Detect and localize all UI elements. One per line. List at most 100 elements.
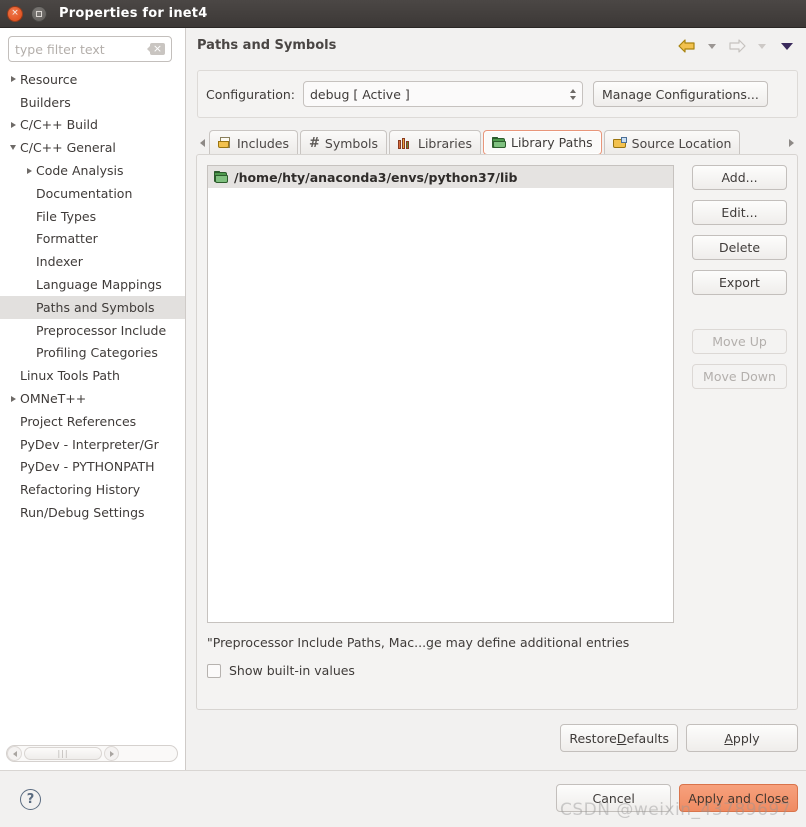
chevron-right-icon[interactable]	[22, 168, 36, 174]
sidebar-item-label: Linux Tools Path	[20, 368, 120, 384]
sidebar-item-omnet[interactable]: OMNeT++	[0, 387, 185, 410]
apply-and-close-button[interactable]: Apply and Close	[679, 784, 798, 812]
filter-input-wrap[interactable]: type filter text	[8, 36, 172, 62]
tab-label: Symbols	[324, 135, 378, 151]
source-folder-icon	[612, 137, 627, 149]
footer-buttons: Cancel Apply and Close	[556, 784, 798, 812]
page-title: Paths and Symbols	[197, 38, 337, 53]
sidebar-item-label: Refactoring History	[20, 482, 141, 498]
maximize-icon[interactable]	[31, 5, 47, 22]
tab-label: Library Paths	[511, 135, 593, 150]
show-builtin-values-row[interactable]: Show built-in values	[207, 663, 355, 678]
sidebar-item-formatter[interactable]: Formatter	[0, 228, 185, 251]
sidebar-item-label: PyDev - PYTHONPATH	[20, 459, 155, 475]
filter-input[interactable]: type filter text	[9, 42, 150, 57]
show-builtin-values-checkbox[interactable]	[207, 663, 221, 678]
properties-dialog: × Properties for inet4 type filter text …	[0, 0, 806, 827]
window-titlebar: × Properties for inet4	[0, 0, 806, 28]
sidebar-item-indexer[interactable]: Indexer	[0, 250, 185, 273]
sidebar-item-builders[interactable]: Builders	[0, 91, 185, 114]
sidebar-item-pydev-pythonpath[interactable]: PyDev - PYTHONPATH	[0, 456, 185, 479]
chevron-right-icon[interactable]	[6, 76, 20, 82]
back-arrow-icon[interactable]	[676, 36, 698, 56]
tab-library-paths[interactable]: Library Paths	[483, 130, 602, 155]
dialog-footer: ? Cancel Apply and Close	[0, 770, 806, 827]
sidebar-item-resource[interactable]: Resource	[0, 68, 185, 91]
tab-strip: Includes # Symbols Libraries Library Paths So…	[196, 128, 798, 155]
sidebar-hscrollbar[interactable]: |||	[6, 745, 178, 762]
spinner-updown-icon[interactable]	[569, 88, 576, 100]
move-up-button: Move Up	[692, 329, 787, 354]
sidebar-item-label: Paths and Symbols	[36, 299, 155, 315]
button-gap	[692, 305, 787, 319]
folder-green-icon	[214, 171, 228, 183]
sidebar-item-documentation[interactable]: Documentation	[0, 182, 185, 205]
sidebar-item-label: Formatter	[36, 231, 98, 247]
clear-icon[interactable]	[147, 40, 165, 57]
sidebar-item-label: C/C++ General	[20, 140, 116, 156]
back-menu-chevron-down-icon[interactable]	[701, 36, 723, 56]
sidebar-item-label: Profiling Categories	[36, 345, 158, 361]
tab-includes[interactable]: Includes	[209, 130, 299, 155]
forward-arrow-icon[interactable]	[726, 36, 748, 56]
sidebar-item-c-c-general[interactable]: C/C++ General	[0, 136, 185, 159]
tab-source-location[interactable]: Source Location	[603, 130, 741, 155]
sidebar-item-file-types[interactable]: File Types	[0, 205, 185, 228]
add-button[interactable]: Add...	[692, 165, 787, 190]
sidebar-item-linux-tools-path[interactable]: Linux Tools Path	[0, 364, 185, 387]
sidebar-item-language-mappings[interactable]: Language Mappings	[0, 273, 185, 296]
scrollbar-thumb[interactable]: |||	[24, 747, 102, 760]
sidebar-item-label: Resource	[20, 71, 78, 87]
sidebar-item-refactoring-history[interactable]: Refactoring History	[0, 478, 185, 501]
configuration-value: debug [ Active ]	[309, 86, 410, 102]
sidebar-item-pydev-interpreter-gr[interactable]: PyDev - Interpreter/Gr	[0, 433, 185, 456]
chevron-right-icon[interactable]	[6, 396, 20, 402]
tab-libraries[interactable]: Libraries	[389, 130, 481, 155]
forward-menu-chevron-down-icon[interactable]	[751, 36, 773, 56]
hash-icon: #	[309, 135, 320, 151]
apply-button[interactable]: Apply	[686, 724, 798, 752]
sidebar-item-run-debug-settings[interactable]: Run/Debug Settings	[0, 501, 185, 524]
additional-entries-note: "Preprocessor Include Paths, Mac...ge ma…	[207, 635, 630, 650]
sidebar-item-paths-and-symbols[interactable]: Paths and Symbols	[0, 295, 185, 319]
page-nav	[676, 36, 798, 56]
configuration-select[interactable]: debug [ Active ]	[302, 81, 583, 107]
restore-defaults-button[interactable]: Restore Defaults	[560, 724, 678, 752]
delete-button[interactable]: Delete	[692, 235, 787, 260]
scroll-right-icon[interactable]	[104, 746, 119, 761]
sidebar-item-profiling-categories[interactable]: Profiling Categories	[0, 342, 185, 365]
sidebar-item-label: Indexer	[36, 254, 83, 270]
list-action-buttons: Add... Edit... Delete Export Move Up Move Dow…	[692, 165, 787, 389]
tab-label: Includes	[237, 135, 290, 151]
sidebar-item-label: Code Analysis	[36, 163, 124, 179]
tabs-scroll-right-icon[interactable]	[785, 131, 798, 155]
tab-symbols[interactable]: # Symbols	[300, 130, 387, 155]
sidebar-item-label: Language Mappings	[36, 277, 162, 293]
cancel-button[interactable]: Cancel	[556, 784, 672, 812]
view-menu-chevron-down-icon[interactable]	[776, 36, 798, 56]
sidebar-item-project-references[interactable]: Project References	[0, 410, 185, 433]
show-builtin-values-label: Show built-in values	[229, 663, 355, 678]
sidebar-item-label: C/C++ Build	[20, 117, 98, 133]
includes-folder-icon	[218, 137, 232, 149]
chevron-right-icon[interactable]	[6, 122, 20, 128]
sidebar-item-label: Documentation	[36, 185, 133, 201]
sidebar-item-label: File Types	[36, 208, 97, 224]
manage-configurations-button[interactable]: Manage Configurations...	[592, 81, 768, 107]
chevron-down-icon[interactable]	[6, 145, 20, 150]
sidebar-item-c-c-build[interactable]: C/C++ Build	[0, 114, 185, 137]
page-buttons: Restore Defaults Apply	[560, 724, 798, 752]
sidebar-item-label: Project References	[20, 413, 137, 429]
list-item[interactable]: /home/hty/anaconda3/envs/python37/lib	[208, 166, 673, 188]
settings-page: Paths and Symbols Configuration: debug […	[187, 28, 806, 770]
export-button[interactable]: Export	[692, 270, 787, 295]
help-icon[interactable]: ?	[20, 789, 41, 810]
tabs-scroll-left-icon[interactable]	[196, 131, 209, 155]
edit-button[interactable]: Edit...	[692, 200, 787, 225]
library-paths-list[interactable]: /home/hty/anaconda3/envs/python37/lib	[207, 165, 674, 623]
sidebar-item-code-analysis[interactable]: Code Analysis	[0, 159, 185, 182]
sidebar-item-preprocessor-include[interactable]: Preprocessor Include	[0, 319, 185, 342]
sidebar-item-label: Run/Debug Settings	[20, 505, 145, 521]
close-icon[interactable]: ×	[7, 5, 23, 22]
scroll-left-icon[interactable]	[7, 746, 22, 761]
